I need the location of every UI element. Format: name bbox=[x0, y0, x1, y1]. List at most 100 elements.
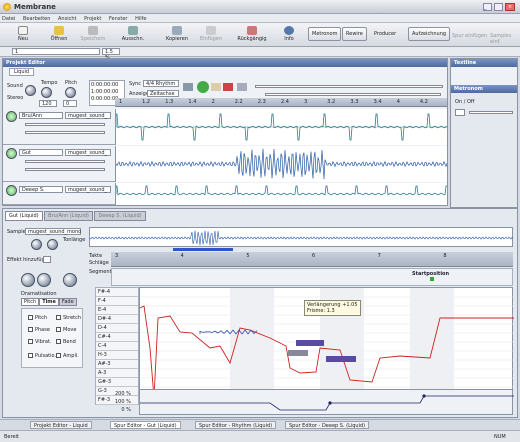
cut-button[interactable]: Ausschn. bbox=[120, 25, 146, 45]
play-icon[interactable] bbox=[197, 81, 209, 93]
track-waveform[interactable] bbox=[115, 183, 447, 205]
sound-knob[interactable] bbox=[25, 85, 36, 96]
tab-gut[interactable]: Gut (Liquid) bbox=[5, 211, 43, 221]
track-sample-field[interactable]: mugest_sound_ bbox=[65, 149, 111, 156]
minimize-button[interactable]: _ bbox=[483, 3, 492, 11]
key-label[interactable]: A#-3 bbox=[96, 360, 138, 369]
undo-button[interactable]: Rückgängig bbox=[236, 25, 268, 45]
key-label[interactable]: A-3 bbox=[96, 369, 138, 378]
tab-pitch[interactable]: Pitch bbox=[21, 298, 40, 306]
track-sample-field[interactable]: mugest_sound_ bbox=[65, 112, 111, 119]
metronome-onoff-toggle[interactable] bbox=[455, 109, 465, 116]
check-stretch[interactable]: Stretch bbox=[56, 315, 81, 321]
segment-lane[interactable]: Startposition bbox=[111, 268, 513, 286]
menu-datei[interactable]: Datei bbox=[2, 16, 15, 22]
key-label[interactable]: F-4 bbox=[96, 297, 138, 306]
check-move[interactable]: Move bbox=[56, 327, 76, 333]
fade-knob-large[interactable] bbox=[63, 273, 77, 287]
check-phase[interactable]: Phase bbox=[28, 327, 50, 333]
close-button[interactable]: × bbox=[505, 3, 515, 11]
key-label[interactable]: D#-4 bbox=[96, 315, 138, 324]
check-pitch[interactable]: Pitch bbox=[28, 315, 47, 321]
rewind-icon[interactable] bbox=[183, 83, 193, 91]
project-ruler[interactable]: 1 1.2 1.3 1.4 2 2.2 2.3 2.4 3 3.2 3.3 3.4 4 4.2 bbox=[115, 98, 447, 107]
new-button[interactable]: Neu bbox=[10, 25, 36, 45]
anzeige-select[interactable]: Zeitachse bbox=[147, 90, 179, 97]
tab-track-editor-rhythm[interactable]: Spur Editor - Rhythm (Liquid) bbox=[195, 421, 277, 429]
insert-samples-button[interactable]: Samples einf. bbox=[490, 33, 520, 45]
track-pan-slider[interactable] bbox=[25, 131, 105, 134]
record-toggle[interactable]: Aufzeichnung bbox=[408, 27, 451, 41]
tab-track-editor-gut[interactable]: Spur Editor - Gut (Liquid) bbox=[110, 421, 181, 429]
save-button[interactable]: Speichern bbox=[80, 25, 106, 45]
copy-button[interactable]: Kopieren bbox=[164, 25, 190, 45]
menu-hilfe[interactable]: Hilfe bbox=[135, 16, 146, 22]
key-label[interactable]: C-4 bbox=[96, 342, 138, 351]
tab-deeep[interactable]: Deeep S. (Liquid) bbox=[94, 211, 146, 221]
open-button[interactable]: Öffnen bbox=[46, 25, 72, 45]
insert-track-button[interactable]: Spur einfügen bbox=[452, 33, 487, 39]
loop-icon[interactable] bbox=[211, 83, 221, 91]
pan-knob[interactable] bbox=[47, 239, 58, 250]
info-button[interactable]: Info bbox=[276, 25, 302, 45]
overview-scrollbar[interactable] bbox=[173, 248, 233, 251]
track-volume-slider[interactable] bbox=[25, 160, 105, 163]
key-label[interactable]: H-3 bbox=[96, 351, 138, 360]
tempo-knob[interactable] bbox=[41, 87, 52, 98]
key-label[interactable]: G#-3 bbox=[96, 378, 138, 387]
menu-projekt[interactable]: Projekt bbox=[84, 16, 101, 22]
menu-bearbeiten[interactable]: Bearbeiten bbox=[23, 16, 50, 22]
position-field[interactable]: 1 bbox=[12, 48, 100, 55]
tempo-value[interactable]: 120 bbox=[39, 100, 57, 107]
overview-waveform[interactable] bbox=[89, 227, 514, 247]
pitch-knob-large[interactable] bbox=[21, 273, 35, 287]
menu-fenster[interactable]: Fenster bbox=[109, 16, 128, 22]
position-slider[interactable] bbox=[255, 85, 443, 88]
note-block[interactable] bbox=[288, 350, 308, 356]
start-marker[interactable] bbox=[430, 277, 434, 281]
track-waveform[interactable] bbox=[115, 109, 448, 145]
check-ampli[interactable]: Ampli. bbox=[56, 353, 79, 359]
note-block[interactable] bbox=[326, 356, 356, 362]
check-bend[interactable]: Bend bbox=[56, 339, 76, 345]
volume-knob[interactable] bbox=[31, 239, 42, 250]
note-block[interactable] bbox=[296, 340, 324, 346]
tab-track-editor-deeep[interactable]: Spur Editor - Deeep S. (Liquid) bbox=[285, 421, 370, 429]
amplitude-lane[interactable] bbox=[139, 389, 514, 415]
track-sample-field[interactable]: mugest_sound_ bbox=[65, 186, 111, 193]
zoom-field[interactable]: 1.5 % bbox=[102, 48, 120, 61]
sync-select[interactable]: 4/4 Rhythm bbox=[143, 80, 179, 87]
maximize-button[interactable] bbox=[494, 3, 503, 11]
project-tab[interactable]: Liquid bbox=[9, 68, 35, 76]
track-pan-slider[interactable] bbox=[25, 168, 105, 171]
tab-time[interactable]: Time bbox=[39, 298, 59, 306]
metronome-volume-slider[interactable] bbox=[469, 111, 513, 114]
check-pulsatio[interactable]: Pulsatio. bbox=[28, 353, 56, 359]
menu-ansicht[interactable]: Ansicht bbox=[58, 16, 76, 22]
track-power-icon[interactable] bbox=[6, 111, 17, 122]
pitch-grid[interactable]: Verlängerung +1.05 Frisme: 1.3 bbox=[139, 287, 514, 406]
editor-ruler[interactable]: 3 4 5 6 7 8 bbox=[111, 252, 513, 267]
tab-bruann[interactable]: Bru/Ann (Liquid) bbox=[44, 211, 93, 221]
tab-project-editor[interactable]: Projekt Editor - Liquid bbox=[30, 421, 92, 429]
track-power-icon[interactable] bbox=[6, 148, 17, 159]
track-name-field[interactable]: Gut bbox=[19, 149, 63, 156]
record-icon[interactable] bbox=[223, 83, 233, 91]
producer-toggle[interactable]: Producer bbox=[370, 27, 400, 41]
loop-range-slider[interactable] bbox=[265, 93, 441, 96]
track-waveform[interactable] bbox=[115, 146, 448, 182]
track-name-field[interactable]: Deeep S. bbox=[19, 186, 63, 193]
pitch-knob[interactable] bbox=[65, 87, 76, 98]
track-volume-slider[interactable] bbox=[25, 123, 105, 126]
key-label[interactable]: C#-4 bbox=[96, 333, 138, 342]
stop-icon[interactable] bbox=[237, 83, 247, 91]
track-power-icon[interactable] bbox=[6, 185, 17, 196]
track-name-field[interactable]: Bru/Ann bbox=[19, 112, 63, 119]
check-vibrat[interactable]: Vibrat. bbox=[28, 339, 52, 345]
time-knob-large[interactable] bbox=[37, 273, 51, 287]
paste-button[interactable]: Einfügen bbox=[198, 25, 224, 45]
key-label[interactable]: D-4 bbox=[96, 324, 138, 333]
effect-add-button[interactable] bbox=[43, 256, 51, 263]
sample-select[interactable]: mugest_sound_mono bbox=[25, 228, 81, 235]
pitch-value[interactable]: 0 bbox=[63, 100, 77, 107]
